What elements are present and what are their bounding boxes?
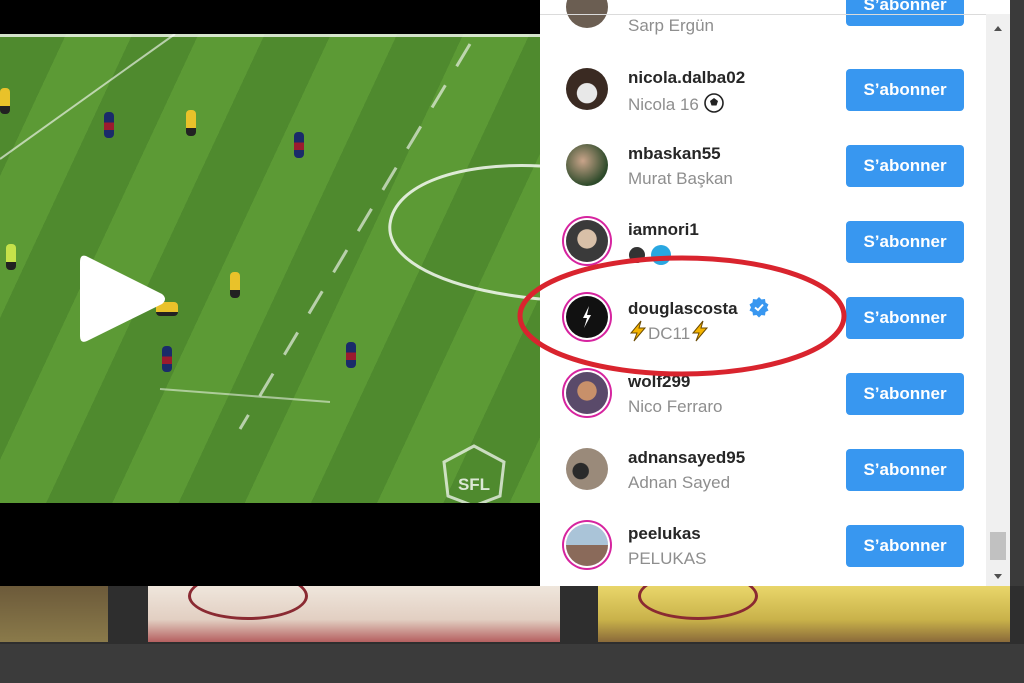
player <box>104 112 114 138</box>
user-fullname: Adnan Sayed <box>628 473 731 492</box>
list-item[interactable]: adnansayed95 Adnan Sayed S’abonner <box>540 432 988 508</box>
user-fullname: Nico Ferraro <box>628 397 723 416</box>
follow-button[interactable]: S’abonner <box>846 0 964 26</box>
user-fullname: Sarp Ergün <box>628 16 714 35</box>
follow-button[interactable]: S’abonner <box>846 373 964 415</box>
username[interactable]: peelukas <box>628 524 701 544</box>
player <box>346 342 356 368</box>
list-item[interactable]: peelukas PELUKAS S’abonner <box>540 508 988 584</box>
club-crest-image <box>188 586 308 620</box>
follow-button[interactable]: S’abonner <box>846 69 964 111</box>
background-post-thumbnail[interactable] <box>598 586 1010 642</box>
player <box>230 272 240 298</box>
follow-button[interactable]: S’abonner <box>846 449 964 491</box>
avatar[interactable] <box>566 372 608 414</box>
background-post-thumbnail[interactable] <box>148 586 560 642</box>
scrollbar-thumb[interactable] <box>990 532 1006 560</box>
follow-button[interactable]: S’abonner <box>846 145 964 187</box>
username[interactable]: mbaskan55 <box>628 144 721 164</box>
annotation-highlight-ellipse <box>517 255 847 377</box>
player <box>0 88 10 114</box>
user-fullname: PELUKAS <box>628 549 707 568</box>
follow-button[interactable]: S’abonner <box>846 297 964 339</box>
background-post-thumbnail[interactable] <box>0 586 108 642</box>
username[interactable]: iamnori1 <box>628 220 699 240</box>
svg-text:SFL: SFL <box>458 475 490 494</box>
video-letterbox-top <box>0 0 540 34</box>
avatar[interactable] <box>566 144 608 186</box>
user-fullname: Murat Başkan <box>628 169 733 188</box>
user-fullname: Nicola 16 <box>628 95 699 114</box>
username[interactable]: adnansayed95 <box>628 448 745 468</box>
list-item[interactable]: mbaskan55 Murat Başkan S’abonner <box>540 128 988 204</box>
player <box>162 346 172 372</box>
list-item[interactable]: nicola.dalba02 Nicola 16 S’abonner <box>540 52 988 128</box>
play-icon[interactable] <box>78 252 168 346</box>
avatar[interactable] <box>566 524 608 566</box>
avatar[interactable] <box>566 448 608 490</box>
list-scrollbar[interactable] <box>986 14 1010 586</box>
list-item[interactable]: Sarp Ergün S’abonner <box>540 0 988 48</box>
follow-button[interactable]: S’abonner <box>846 525 964 567</box>
player <box>186 110 196 136</box>
background-footer <box>0 644 1024 683</box>
club-crest-image <box>638 586 758 620</box>
user-fullname-wrapper: Nicola 16 <box>628 93 724 115</box>
dialog-divider <box>540 14 988 15</box>
video-letterbox-bottom <box>0 503 540 586</box>
avatar[interactable] <box>566 68 608 110</box>
soccer-ball-icon <box>703 93 724 113</box>
player <box>294 132 304 158</box>
video-player[interactable]: SFL <box>0 34 540 503</box>
follow-button[interactable]: S’abonner <box>846 221 964 263</box>
referee <box>6 244 16 270</box>
sfl-watermark-logo: SFL <box>442 444 506 503</box>
scroll-down-arrow-icon[interactable] <box>986 566 1010 586</box>
username[interactable]: nicola.dalba02 <box>628 68 745 88</box>
scroll-up-arrow-icon[interactable] <box>986 18 1010 38</box>
